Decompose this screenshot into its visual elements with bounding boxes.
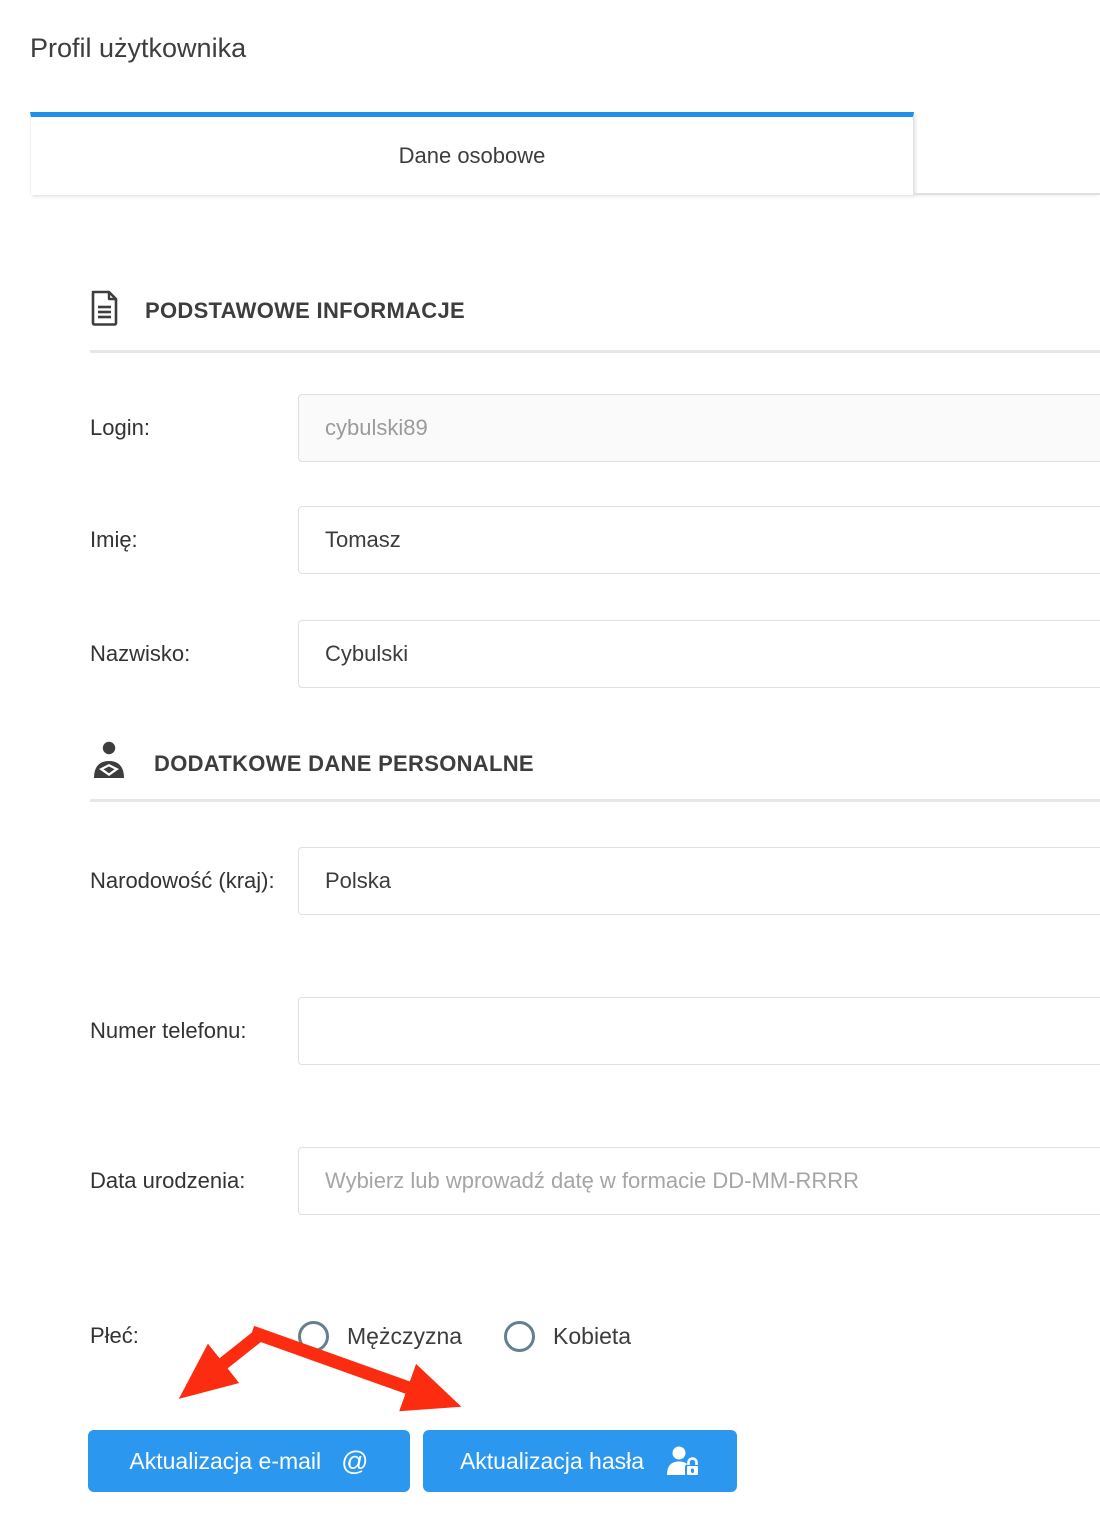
section-title-basic: PODSTAWOWE INFORMACJE bbox=[145, 298, 465, 324]
section-title-additional: DODATKOWE DANE PERSONALNE bbox=[154, 751, 534, 777]
gender-option-female[interactable]: Kobieta bbox=[504, 1321, 631, 1352]
nationality-row: Narodowość (kraj): bbox=[90, 847, 1100, 941]
update-password-button[interactable]: Aktualizacja hasła bbox=[423, 1430, 737, 1492]
person-card-icon bbox=[90, 740, 128, 787]
section-basic-info: PODSTAWOWE INFORMACJE bbox=[90, 290, 1100, 331]
phone-row: Numer telefonu: bbox=[90, 997, 1100, 1091]
section-additional-data: DODATKOWE DANE PERSONALNE bbox=[90, 740, 1100, 787]
birth-date-row: Data urodzenia: bbox=[90, 1147, 1100, 1241]
birth-date-input[interactable] bbox=[298, 1147, 1100, 1215]
login-label: Login: bbox=[90, 394, 298, 448]
page-title: Profil użytkownika bbox=[30, 28, 1100, 68]
last-name-row: Nazwisko: bbox=[90, 620, 1100, 688]
gender-option-male[interactable]: Mężczyzna bbox=[298, 1321, 462, 1352]
update-password-label: Aktualizacja hasła bbox=[460, 1448, 644, 1475]
person-lock-icon bbox=[664, 1445, 700, 1477]
form-content: PODSTAWOWE INFORMACJE Login: Imię: Nazwi… bbox=[0, 290, 1100, 1492]
phone-input[interactable] bbox=[298, 997, 1100, 1065]
update-email-label: Aktualizacja e-mail bbox=[129, 1448, 321, 1475]
section-divider bbox=[90, 350, 1100, 353]
radio-male-label: Mężczyzna bbox=[347, 1323, 462, 1350]
first-name-input[interactable] bbox=[298, 506, 1100, 574]
gender-label: Płeć: bbox=[90, 1316, 298, 1356]
nationality-label: Narodowość (kraj): bbox=[90, 847, 298, 901]
at-sign-icon: @ bbox=[341, 1448, 368, 1475]
tab-bar: Dane osobowe bbox=[0, 112, 1100, 195]
last-name-label: Nazwisko: bbox=[90, 620, 298, 674]
nationality-input[interactable] bbox=[298, 847, 1100, 915]
login-input[interactable] bbox=[298, 394, 1100, 462]
login-row: Login: bbox=[90, 394, 1100, 462]
tab-label: Dane osobowe bbox=[399, 143, 546, 169]
section-divider bbox=[90, 799, 1100, 802]
document-icon bbox=[90, 290, 119, 331]
phone-label: Numer telefonu: bbox=[90, 997, 298, 1051]
radio-female-label: Kobieta bbox=[553, 1323, 631, 1350]
first-name-row: Imię: bbox=[90, 506, 1100, 574]
action-buttons: Aktualizacja e-mail @ Aktualizacja hasła bbox=[88, 1430, 1100, 1492]
tab-bar-filler bbox=[914, 112, 1100, 195]
user-profile-page: Profil użytkownika Dane osobowe PODSTAWO… bbox=[0, 0, 1100, 1534]
update-email-button[interactable]: Aktualizacja e-mail @ bbox=[88, 1430, 410, 1492]
radio-female[interactable] bbox=[504, 1321, 535, 1352]
first-name-label: Imię: bbox=[90, 506, 298, 560]
radio-male[interactable] bbox=[298, 1321, 329, 1352]
gender-options: Mężczyzna Kobieta bbox=[298, 1321, 631, 1352]
last-name-input[interactable] bbox=[298, 620, 1100, 688]
tab-personal-data[interactable]: Dane osobowe bbox=[30, 112, 914, 195]
birth-date-label: Data urodzenia: bbox=[90, 1147, 298, 1201]
gender-row: Płeć: Mężczyzna Kobieta bbox=[90, 1315, 1100, 1357]
